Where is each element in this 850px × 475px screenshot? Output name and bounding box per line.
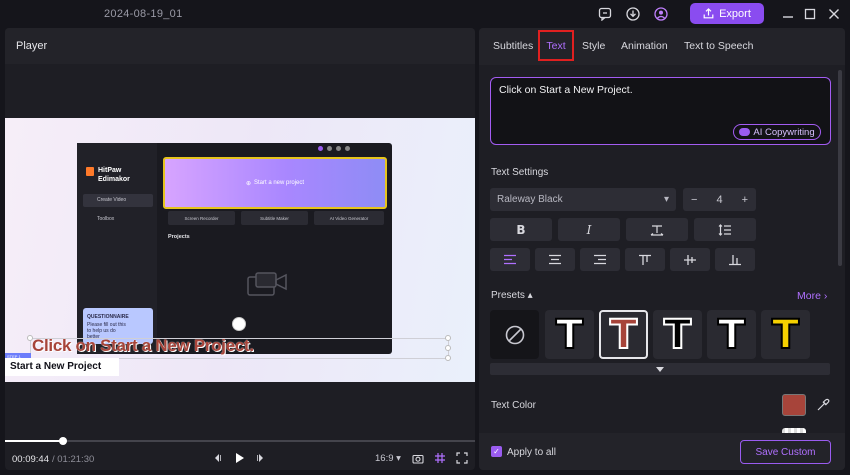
chevron-down-icon (656, 366, 664, 372)
font-select[interactable]: Raleway Black ▾ (490, 188, 676, 211)
align-left-icon (504, 254, 516, 265)
preview-empty-video-icon (246, 271, 292, 301)
rotate-handle-icon[interactable] (232, 317, 246, 331)
apply-all-label[interactable]: Apply to all (507, 447, 556, 458)
preset-none[interactable] (490, 310, 539, 359)
text-color-swatch[interactable] (782, 394, 806, 416)
preview-side-toolbox: Toolbox (97, 216, 115, 222)
italic-button[interactable]: I (558, 218, 620, 241)
align-top-icon (639, 254, 651, 265)
current-time: 00:09:44 (12, 454, 49, 465)
tab-animation[interactable]: Animation (621, 40, 668, 52)
ai-copywriting-button[interactable]: AI Copywriting (733, 124, 821, 140)
none-icon (505, 325, 524, 344)
tab-text-to-speech[interactable]: Text to Speech (684, 40, 753, 52)
player-header (5, 28, 475, 64)
preview-start-project-card: ⊕ Start a new project (163, 157, 387, 209)
ai-copywriting-label: AI Copywriting (753, 126, 815, 138)
account-icon[interactable] (653, 6, 669, 22)
tab-style[interactable]: Style (582, 40, 605, 52)
align-middle-button[interactable] (670, 248, 710, 271)
font-size-stepper[interactable]: − 4 + (683, 188, 756, 211)
export-label: Export (719, 7, 751, 20)
align-right-button[interactable] (580, 248, 620, 271)
fullscreen-icon[interactable] (455, 451, 469, 465)
text-settings-label: Text Settings (491, 167, 549, 178)
align-middle-icon (684, 254, 696, 265)
export-button[interactable]: Export (690, 3, 764, 24)
resize-handle[interactable] (445, 355, 451, 361)
preview-screen-recorder: Screen Recorder (168, 211, 235, 225)
minimize-icon[interactable] (780, 6, 796, 22)
presets-label[interactable]: Presets ▴ (491, 290, 533, 301)
align-right-icon (594, 254, 606, 265)
apply-all-checkbox[interactable]: ✓ (491, 446, 502, 457)
align-bottom-icon (729, 254, 741, 265)
line-height-icon (718, 223, 731, 236)
letter-spacing-icon (650, 224, 664, 236)
preset-yellow[interactable]: T (761, 310, 810, 359)
resize-handle[interactable] (445, 345, 451, 351)
eyedropper-icon[interactable] (816, 398, 830, 412)
preview-ai-video: AI Video Generator (314, 211, 384, 225)
align-left-button[interactable] (490, 248, 530, 271)
increase-icon[interactable]: + (742, 194, 748, 206)
tab-subtitles[interactable]: Subtitles (493, 40, 533, 52)
preset-white-bold[interactable]: T (707, 310, 756, 359)
prev-frame-icon[interactable] (210, 451, 224, 465)
player-title: Player (16, 40, 48, 52)
grid-icon[interactable] (433, 451, 447, 465)
bold-button[interactable]: B (490, 218, 552, 241)
save-custom-button[interactable]: Save Custom (740, 440, 831, 464)
timeline-track[interactable] (5, 440, 475, 442)
preview-app-brand: HitPaw Edimakor (98, 167, 130, 183)
next-frame-icon[interactable] (254, 451, 268, 465)
align-center-icon (549, 254, 561, 265)
close-icon[interactable] (826, 6, 842, 22)
resize-handle[interactable] (445, 335, 451, 341)
font-size-value: 4 (716, 193, 723, 206)
presets-expand-button[interactable] (490, 363, 830, 375)
preview-subtitle-maker: Subtitle Maker (241, 211, 308, 225)
align-center-button[interactable] (535, 248, 575, 271)
tab-text[interactable]: Text (538, 30, 574, 61)
timeline-progress (5, 440, 64, 442)
text-color-label: Text Color (491, 400, 537, 411)
step-text[interactable]: Start a New Project (5, 358, 119, 376)
letter-spacing-button[interactable] (626, 218, 688, 241)
preset-red-selected[interactable]: T (599, 310, 648, 359)
font-select-value: Raleway Black (497, 194, 563, 205)
project-title: 2024-08-19_01 (104, 8, 183, 20)
caption-text[interactable]: Click on Start a New Project. (32, 336, 254, 356)
ai-icon (739, 128, 751, 136)
align-top-button[interactable] (625, 248, 665, 271)
snapshot-icon[interactable] (411, 451, 425, 465)
preview-projects-label: Projects (168, 234, 190, 240)
app-logo-icon (86, 167, 94, 176)
preset-black-outline[interactable]: T (653, 310, 702, 359)
more-presets-link[interactable]: More › (797, 290, 827, 302)
preview-side-create: Create Video (83, 194, 153, 207)
chevron-down-icon: ▾ (663, 194, 669, 205)
align-bottom-button[interactable] (715, 248, 755, 271)
line-height-button[interactable] (694, 218, 756, 241)
feedback-icon[interactable] (597, 6, 613, 22)
maximize-icon[interactable] (802, 6, 818, 22)
export-icon (703, 8, 714, 19)
decrease-icon[interactable]: − (691, 194, 697, 206)
total-time: / 01:21:30 (52, 454, 95, 465)
play-icon[interactable] (232, 451, 246, 465)
preset-white-outline[interactable]: T (545, 310, 594, 359)
download-icon[interactable] (625, 6, 641, 22)
preview-window-controls (318, 146, 354, 152)
panel-scrollbar[interactable] (838, 70, 842, 266)
aspect-ratio-select[interactable]: 16:9 ▾ (375, 453, 401, 464)
